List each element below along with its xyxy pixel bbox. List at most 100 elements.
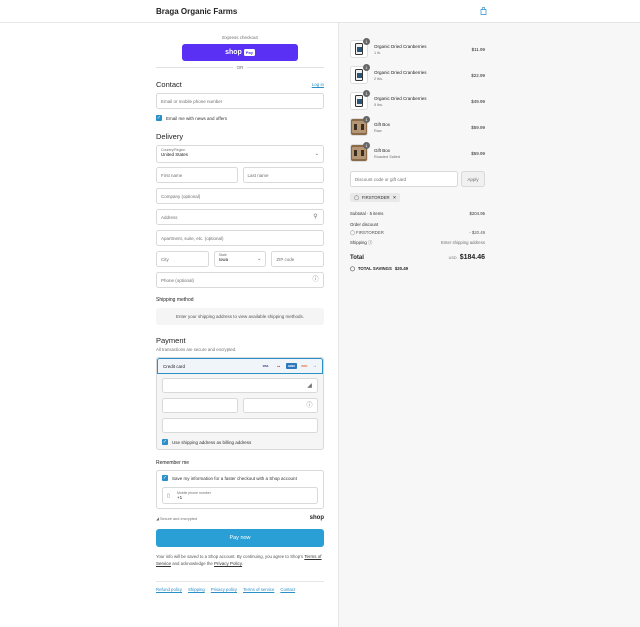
discover-icon: DISC — [301, 364, 308, 368]
pay-now-button[interactable]: Pay now — [156, 529, 324, 547]
card-logos: VISA ●● AMEX DISC → — [260, 363, 317, 369]
security-code-field[interactable]: ⓘ — [242, 398, 318, 413]
visa-icon: VISA — [262, 364, 269, 368]
company-field[interactable]: Company (optional) — [156, 188, 324, 204]
total-row: Total USD $184.46 — [350, 254, 485, 261]
discount-code-row: ◯ FIRSTORDER - $20.49 — [350, 230, 485, 236]
help-icon[interactable]: ⓘ — [368, 240, 372, 245]
cart-item: 1 Gift Box Roasted Salted $59.99 — [350, 142, 485, 162]
shop-logo: shop — [309, 515, 324, 521]
quantity-badge: 1 — [363, 38, 370, 45]
lock-icon: ◢ — [307, 383, 312, 389]
help-icon[interactable]: ⓘ — [312, 277, 319, 284]
news-checkbox[interactable]: ✓ — [156, 115, 162, 121]
amex-icon: AMEX — [286, 363, 297, 369]
expiration-field[interactable] — [162, 398, 238, 413]
product-price: $59.99 — [471, 150, 485, 156]
city-field[interactable]: City — [156, 251, 209, 267]
savings-label: TOTAL SAVINGS — [357, 266, 392, 271]
city-state-zip-row: City State Iowa ⌄ ZIP code — [156, 251, 325, 267]
apply-button[interactable]: Apply — [461, 171, 485, 187]
store-name[interactable]: Braga Organic Farms — [156, 7, 237, 16]
credit-card-option[interactable]: Credit card VISA ●● AMEX DISC → — [157, 358, 323, 374]
phone-field[interactable]: Phone (optional) ⓘ — [156, 272, 324, 288]
address-field[interactable]: Address ⚲ — [156, 209, 324, 225]
mobile-phone-field[interactable]: ▯ Mobile phone number +1 — [162, 487, 318, 504]
address-placeholder: Address — [161, 214, 178, 220]
billing-option[interactable]: ✓ Use shipping address as billing addres… — [162, 439, 318, 445]
product-variant: Raw — [374, 128, 382, 133]
product-name: Organic Dried Cranberries — [374, 69, 427, 75]
zip-field[interactable]: ZIP code — [271, 251, 325, 267]
order-discount-row: Order discount — [350, 222, 485, 227]
card-fields: ◢ ⓘ ✓ Use shipping address as billing ad… — [157, 374, 323, 449]
disclaimer-text-3: . — [242, 560, 244, 566]
shipping-link[interactable]: Shipping — [188, 587, 205, 592]
shop-pay-button[interactable]: shop Pay — [182, 44, 298, 61]
save-info-label: Save my information for a faster checkou… — [172, 475, 297, 481]
product-price: $49.99 — [471, 98, 485, 104]
discount-value: - $20.49 — [469, 230, 485, 235]
billing-checkbox[interactable]: ✓ — [162, 439, 168, 445]
total-label: Total — [350, 254, 364, 261]
product-variant: 5 lbs. — [374, 102, 384, 107]
product-thumbnail: 1 — [350, 90, 370, 110]
discount-code-input[interactable]: Discount code or gift card — [350, 171, 458, 187]
country-select[interactable]: Country/Region United States ⌄ — [156, 145, 324, 163]
disclaimer-text-2: and acknowledge the — [171, 560, 215, 566]
card-number-field[interactable]: ◢ — [162, 378, 318, 393]
product-price: $11.99 — [471, 46, 485, 52]
news-option[interactable]: ✓ Email me with news and offers — [156, 115, 324, 121]
subtotal-value: $204.95 — [469, 211, 485, 216]
name-on-card-field[interactable] — [162, 418, 318, 433]
subtotal-label: Subtotal · 5 items — [350, 211, 384, 216]
privacy-link[interactable]: Privacy Policy — [214, 561, 242, 566]
terms-of-service-link[interactable]: Terms of service — [243, 587, 274, 592]
shopping-bag-icon[interactable] — [479, 7, 487, 15]
remember-box: ✓ Save my information for a faster check… — [156, 470, 324, 509]
cart-item: 1 Organic Dried Cranberries 2 lbs. $22.99 — [350, 64, 485, 84]
credit-card-label: Credit card — [163, 363, 186, 369]
shop-pay-text: shop — [225, 49, 242, 56]
country-value: United States — [161, 152, 189, 157]
contact-header: Contact Log in — [156, 80, 324, 89]
quantity-badge: 1 — [363, 64, 370, 71]
shop-pay-tag: Pay — [243, 49, 255, 56]
remove-discount-icon[interactable]: ✕ — [393, 195, 397, 201]
product-thumbnail: 1 — [350, 64, 370, 84]
or-label: OR — [236, 65, 244, 70]
apartment-field[interactable]: Apartment, suite, etc. (optional) — [156, 230, 324, 246]
save-info-checkbox[interactable]: ✓ — [162, 475, 168, 481]
contact-link[interactable]: Contact — [280, 587, 295, 592]
express-checkout-label: Express checkout — [222, 35, 258, 40]
payment-title: Payment — [156, 336, 186, 345]
tag-icon: ◯ — [354, 194, 359, 200]
product-name: Organic Dried Cranberries — [374, 43, 427, 49]
last-name-field[interactable]: Last name — [242, 167, 324, 183]
chevron-down-icon: ⌄ — [314, 151, 319, 157]
tag-icon: ◯ — [350, 266, 355, 271]
shipping-value: Enter shipping address — [441, 240, 485, 245]
privacy-policy-link[interactable]: Privacy policy — [211, 587, 237, 592]
secure-row: ◢ Secure and encrypted shop — [156, 515, 324, 521]
subtotal-row: Subtotal · 5 items $204.95 — [350, 211, 485, 216]
login-link[interactable]: Log in — [312, 82, 324, 87]
order-summary: 1 Organic Dried Cranberries 1 lb. $11.99 … — [338, 23, 640, 627]
shipping-method-title: Shipping method — [156, 297, 194, 303]
total-value: $184.46 — [459, 254, 485, 261]
or-divider: OR — [156, 65, 324, 70]
save-info-option[interactable]: ✓ Save my information for a faster check… — [162, 475, 318, 481]
refund-policy-link[interactable]: Refund policy — [156, 587, 182, 592]
contact-title: Contact — [156, 80, 182, 89]
email-field[interactable]: Email or mobile phone number — [156, 93, 324, 109]
secure-label: Secure and encrypted — [159, 516, 198, 521]
cart-item: 1 Organic Dried Cranberries 1 lb. $11.99 — [350, 38, 485, 58]
savings-row: ◯ TOTAL SAVINGS $20.49 — [350, 266, 485, 272]
help-icon[interactable]: ⓘ — [306, 403, 313, 410]
first-name-field[interactable]: First name — [156, 167, 238, 183]
more-cards-arrow: → — [312, 363, 317, 369]
chevron-down-icon: ⌄ — [257, 256, 262, 262]
quantity-badge: 1 — [363, 90, 370, 97]
state-select[interactable]: State Iowa ⌄ — [213, 251, 267, 267]
name-row: First name Last name — [156, 167, 324, 183]
